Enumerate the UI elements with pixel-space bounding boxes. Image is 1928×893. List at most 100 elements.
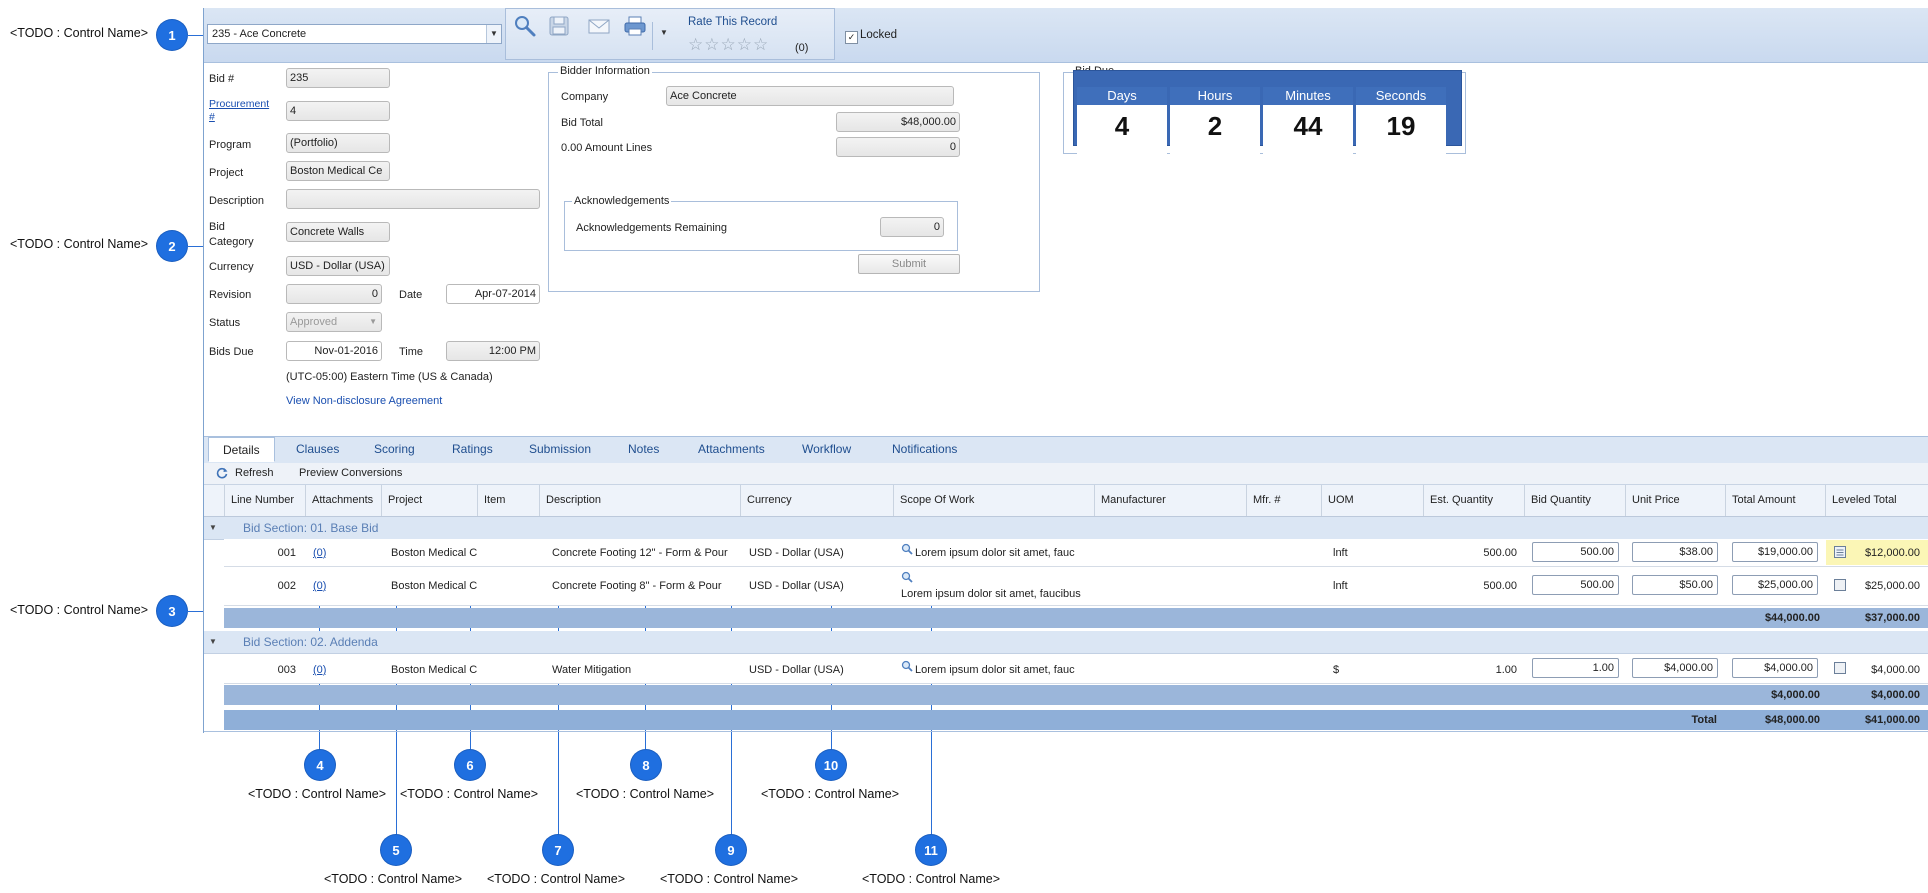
cell-project: Boston Medical C [391, 664, 477, 676]
nda-link[interactable]: View Non-disclosure Agreement [286, 395, 442, 407]
callout-label-2: <TODO : Control Name> [10, 237, 149, 251]
callout-badge-1: 1 [157, 20, 187, 50]
subtotal-total-amount: $4,000.00 [1771, 689, 1820, 701]
bids-due-field[interactable]: Nov-01-2016 [286, 341, 382, 361]
cell-attachments-link[interactable]: (0) [313, 547, 326, 559]
tab-submission[interactable]: Submission [529, 442, 591, 456]
bid-quantity-input[interactable]: 1.00 [1532, 658, 1619, 678]
refresh-icon[interactable] [216, 467, 228, 479]
section-row-addenda[interactable] [204, 631, 1928, 654]
amount-lines-label: 0.00 Amount Lines [561, 142, 653, 154]
locked-checkbox[interactable]: ✓ [845, 31, 858, 44]
section-row-base-bid[interactable] [204, 517, 1928, 540]
company-field[interactable]: Ace Concrete [666, 86, 954, 106]
date-field[interactable]: Apr-07-2014 [446, 284, 540, 304]
cell-uom: lnft [1333, 547, 1348, 559]
tab-ratings[interactable]: Ratings [452, 442, 493, 456]
callout-label-4: <TODO : Control Name> [248, 787, 387, 801]
col-currency[interactable]: Currency [740, 485, 893, 516]
save-icon[interactable] [547, 14, 571, 38]
cell-description: Concrete Footing 12" - Form & Pour [552, 547, 728, 559]
amount-lines-field[interactable]: 0 [836, 137, 960, 157]
bid-category-field[interactable]: Concrete Walls [286, 222, 390, 242]
description-field[interactable] [286, 189, 540, 209]
total-amount-input[interactable]: $25,000.00 [1732, 575, 1818, 595]
record-selector[interactable]: 235 - Ace Concrete ▼ [207, 24, 502, 44]
cell-attachments-link[interactable]: (0) [313, 580, 326, 592]
print-options-chevron-icon[interactable]: ▼ [660, 28, 668, 37]
ack-remaining-field[interactable]: 0 [880, 217, 944, 237]
scope-search-icon[interactable] [901, 543, 913, 555]
procurement-field[interactable]: 4 [286, 101, 390, 121]
col-bid-quantity[interactable]: Bid Quantity [1524, 485, 1625, 516]
status-value: Approved [290, 316, 338, 328]
col-scope-of-work[interactable]: Scope Of Work [893, 485, 1094, 516]
status-dropdown[interactable]: Approved ▼ [286, 312, 382, 332]
program-field[interactable]: (Portfolio) [286, 133, 390, 153]
cell-description: Water Mitigation [552, 664, 632, 676]
preview-conversions-button[interactable]: Preview Conversions [299, 467, 402, 479]
leveling-note-icon[interactable] [1834, 546, 1846, 558]
procurement-link[interactable]: Procurement # [209, 98, 269, 124]
scope-search-icon[interactable] [901, 660, 913, 672]
col-line-number[interactable]: Line Number [224, 485, 305, 516]
leveling-checkbox-icon[interactable] [1834, 579, 1846, 591]
col-mfr-number[interactable]: Mfr. # [1246, 485, 1321, 516]
tab-attachments[interactable]: Attachments [698, 442, 765, 456]
revision-field[interactable]: 0 [286, 284, 382, 304]
rating-stars[interactable]: ☆☆☆☆☆ [688, 35, 769, 55]
callout-label-5: <TODO : Control Name> [324, 872, 463, 886]
search-icon[interactable] [513, 14, 537, 38]
bid-category-label-line1: Bid [209, 221, 225, 233]
callout-badge-3: 3 [157, 596, 187, 626]
collapse-icon[interactable]: ▼ [209, 523, 217, 532]
collapse-icon[interactable]: ▼ [209, 637, 217, 646]
col-est-quantity[interactable]: Est. Quantity [1423, 485, 1524, 516]
unit-price-input[interactable]: $50.00 [1632, 575, 1718, 595]
cell-currency: USD - Dollar (USA) [749, 580, 844, 592]
email-icon[interactable] [587, 14, 611, 38]
leveling-checkbox-icon[interactable] [1834, 662, 1846, 674]
tab-details[interactable]: Details [208, 437, 275, 462]
col-description[interactable]: Description [539, 485, 740, 516]
total-amount-input[interactable]: $4,000.00 [1732, 658, 1818, 678]
tab-scoring[interactable]: Scoring [374, 442, 415, 456]
countdown-seconds-label: Seconds [1356, 87, 1446, 105]
program-label: Program [209, 139, 252, 151]
project-field[interactable]: Boston Medical Ce [286, 161, 390, 181]
print-icon[interactable] [623, 14, 647, 38]
col-total-amount[interactable]: Total Amount [1725, 485, 1825, 516]
cell-project: Boston Medical C [391, 547, 477, 559]
unit-price-input[interactable]: $4,000.00 [1632, 658, 1718, 678]
bid-category-label-line2: Category [209, 236, 254, 248]
callout-badge-5: 5 [381, 835, 411, 865]
bid-quantity-input[interactable]: 500.00 [1532, 542, 1619, 562]
total-amount-input[interactable]: $19,000.00 [1732, 542, 1818, 562]
unit-price-input[interactable]: $38.00 [1632, 542, 1718, 562]
chevron-down-icon[interactable]: ▼ [486, 25, 501, 43]
refresh-button[interactable]: Refresh [235, 467, 274, 479]
col-item[interactable]: Item [477, 485, 539, 516]
col-attachments[interactable]: Attachments [305, 485, 381, 516]
tab-workflow[interactable]: Workflow [802, 442, 851, 456]
cell-attachments-link[interactable]: (0) [313, 664, 326, 676]
col-manufacturer[interactable]: Manufacturer [1094, 485, 1246, 516]
submit-button[interactable]: Submit [858, 254, 960, 274]
scope-search-icon[interactable] [901, 571, 913, 583]
bid-total-field[interactable]: $48,000.00 [836, 112, 960, 132]
col-unit-price[interactable]: Unit Price [1625, 485, 1725, 516]
currency-field[interactable]: USD - Dollar (USA) [286, 256, 390, 276]
tab-notifications[interactable]: Notifications [892, 442, 957, 456]
bid-quantity-input[interactable]: 500.00 [1532, 575, 1619, 595]
col-project[interactable]: Project [381, 485, 477, 516]
callout-badge-7: 7 [543, 835, 573, 865]
time-field[interactable]: 12:00 PM [446, 341, 540, 361]
col-leveled-total[interactable]: Leveled Total [1825, 485, 1928, 516]
tab-notes[interactable]: Notes [628, 442, 659, 456]
cell-line-number: 002 [277, 580, 296, 592]
col-uom[interactable]: UOM [1321, 485, 1423, 516]
tab-clauses[interactable]: Clauses [296, 442, 339, 456]
procurement-link-line2: # [209, 111, 215, 123]
cell-description: Concrete Footing 8" - Form & Pour [552, 580, 722, 592]
bid-number-field[interactable]: 235 [286, 68, 390, 88]
